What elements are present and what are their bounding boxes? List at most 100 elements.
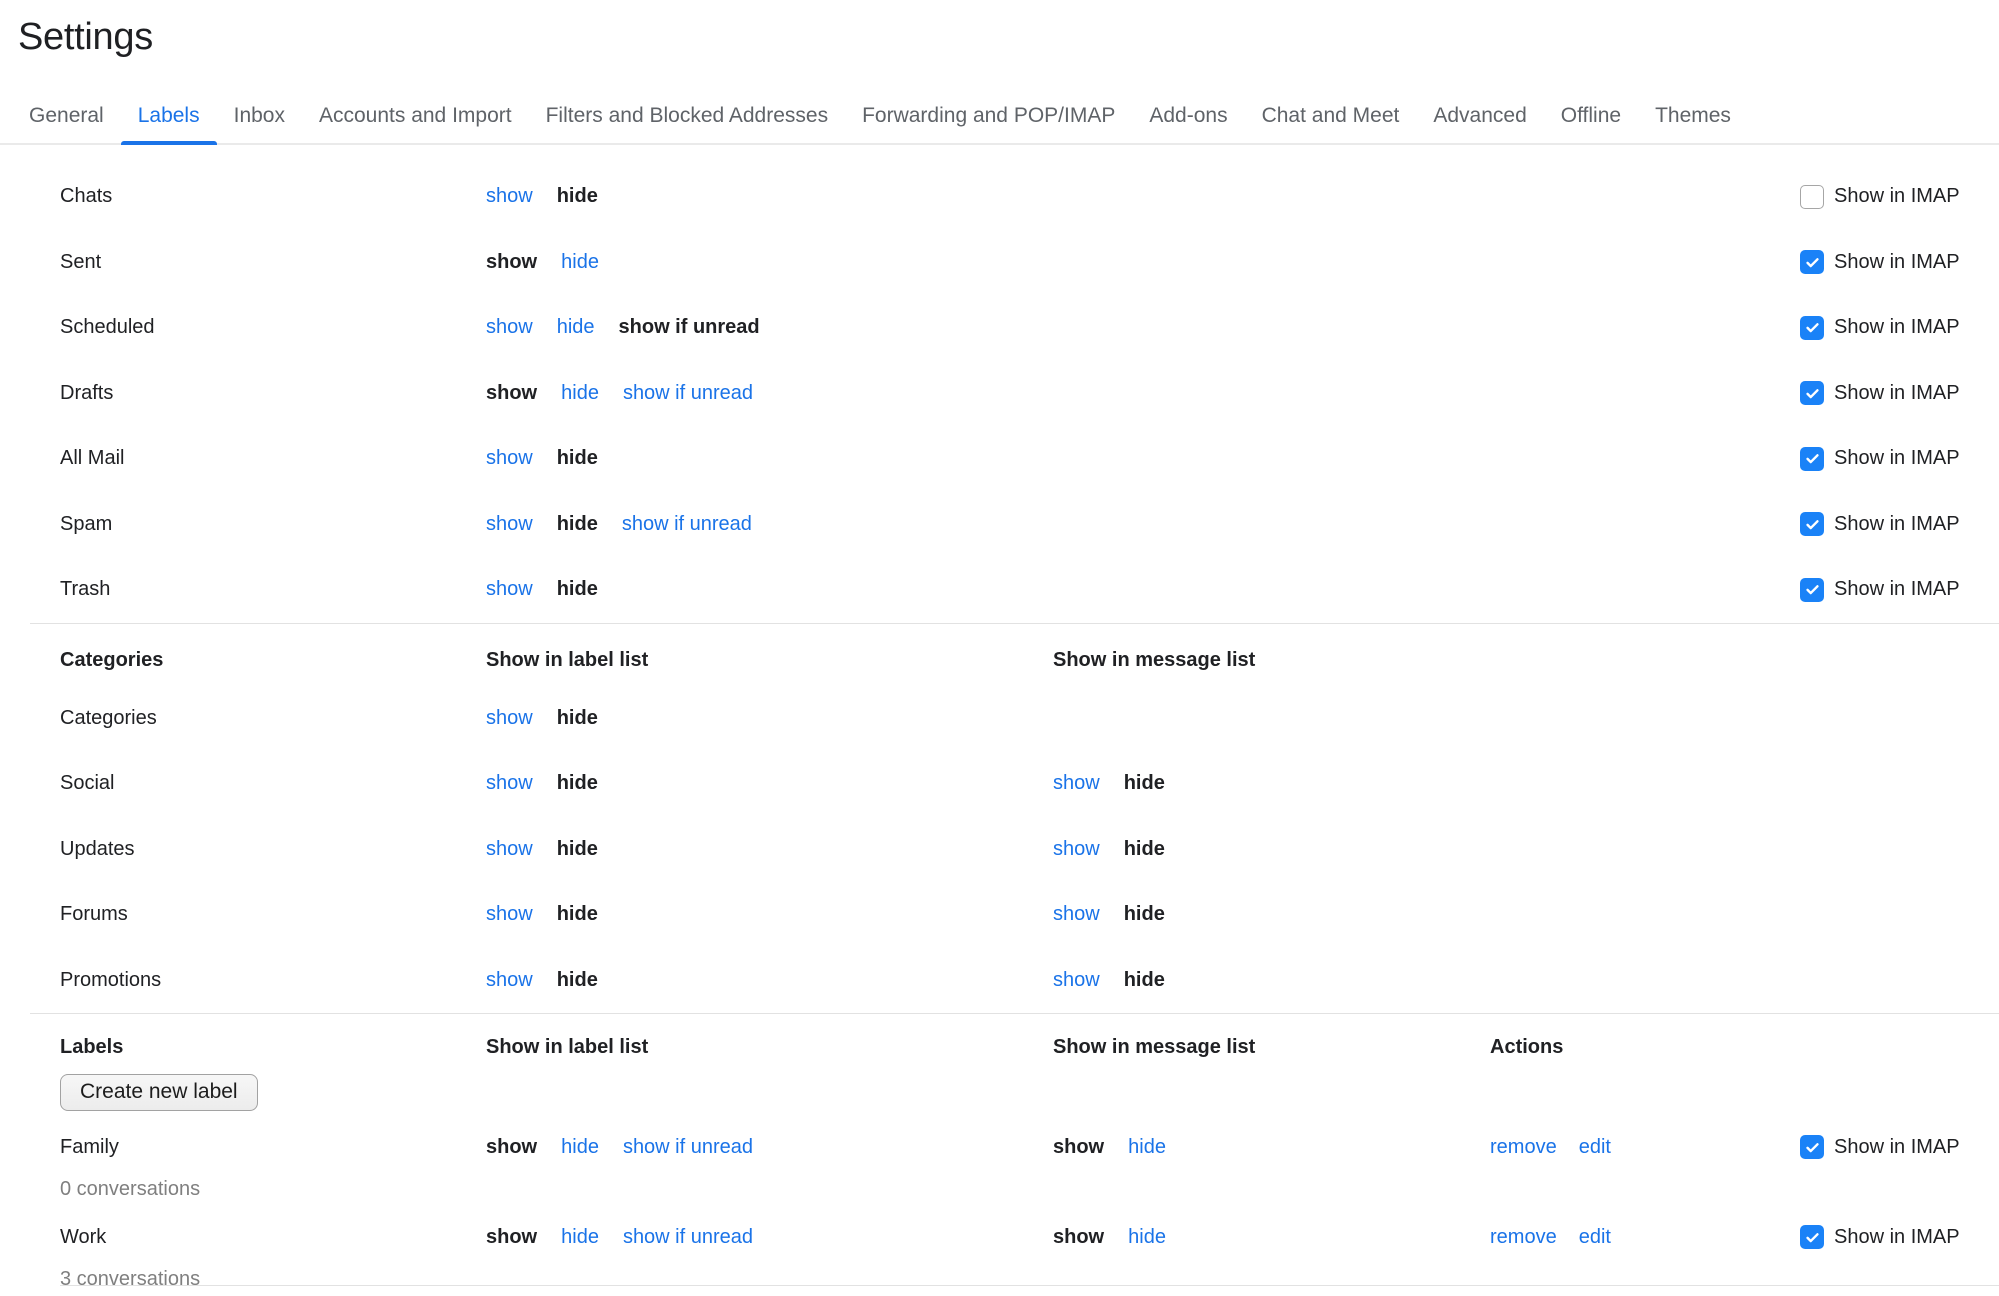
tab-forwarding-and-pop-imap[interactable]: Forwarding and POP/IMAP <box>845 90 1132 143</box>
show-in-imap-checkbox[interactable] <box>1800 316 1824 340</box>
imap-cell: Show in IMAP <box>1800 512 1999 536</box>
row-label: Work <box>60 1226 486 1249</box>
hide-option: hide <box>557 513 598 536</box>
remove-link[interactable]: remove <box>1490 1136 1557 1159</box>
show-option[interactable]: show <box>1053 969 1100 992</box>
show-option[interactable]: show <box>486 185 533 208</box>
table-row-spam: Spam show hide show if unread Show in IM… <box>0 492 1999 558</box>
show-option[interactable]: show <box>486 772 533 795</box>
show-in-imap-checkbox[interactable] <box>1800 1135 1824 1159</box>
show-in-imap-checkbox[interactable] <box>1800 250 1824 274</box>
message-list-options: show hide <box>1053 838 1490 861</box>
label-list-options: show hide <box>486 185 1053 208</box>
message-list-column-header: Show in message list <box>1053 649 1490 672</box>
tab-accounts-and-import[interactable]: Accounts and Import <box>302 90 529 143</box>
table-row-promotions: Promotions show hide show hide <box>0 948 1999 1014</box>
hide-option: hide <box>557 903 598 926</box>
row-label: Categories <box>60 707 486 730</box>
row-label: Chats <box>60 185 486 208</box>
imap-label: Show in IMAP <box>1834 513 1960 536</box>
hide-option[interactable]: hide <box>561 251 599 274</box>
show-option[interactable]: show <box>486 447 533 470</box>
checkmark-icon <box>1804 1139 1821 1156</box>
hide-option[interactable]: hide <box>561 1226 599 1249</box>
hide-option[interactable]: hide <box>561 1136 599 1159</box>
labels-title: Labels <box>60 1036 486 1059</box>
create-new-label-button[interactable]: Create new label <box>60 1074 258 1111</box>
tab-offline[interactable]: Offline <box>1544 90 1638 143</box>
show-option[interactable]: show <box>486 838 533 861</box>
tab-labels[interactable]: Labels <box>121 90 217 143</box>
imap-cell: Show in IMAP <box>1800 1225 1999 1249</box>
show-if-unread-option[interactable]: show if unread <box>623 1226 753 1249</box>
tab-inbox[interactable]: Inbox <box>217 90 302 143</box>
hide-option: hide <box>557 969 598 992</box>
hide-option: hide <box>557 578 598 601</box>
show-in-imap-checkbox[interactable] <box>1800 512 1824 536</box>
create-label-row: Create new label <box>0 1074 1999 1116</box>
hide-option[interactable]: hide <box>1128 1226 1166 1249</box>
label-list-options: show hide <box>486 578 1053 601</box>
table-row-sent: Sent show hide Show in IMAP <box>0 230 1999 296</box>
row-label: Drafts <box>60 382 486 405</box>
edit-link[interactable]: edit <box>1579 1136 1611 1159</box>
show-if-unread-option[interactable]: show if unread <box>622 513 752 536</box>
tab-chat-and-meet[interactable]: Chat and Meet <box>1245 90 1417 143</box>
table-row-family: Family show hide show if unread show hid… <box>0 1122 1999 1172</box>
label-list-options: show hide show if unread <box>486 382 1053 405</box>
actions-cell: remove edit <box>1490 1226 1800 1249</box>
imap-label: Show in IMAP <box>1834 1226 1960 1249</box>
table-row-all-mail: All Mail show hide Show in IMAP <box>0 426 1999 492</box>
imap-cell: Show in IMAP <box>1800 316 1999 340</box>
show-in-imap-checkbox[interactable] <box>1800 185 1824 209</box>
conversation-count: 0 conversations <box>60 1178 486 1201</box>
imap-label: Show in IMAP <box>1834 316 1960 339</box>
show-option[interactable]: show <box>1053 772 1100 795</box>
show-option[interactable]: show <box>1053 903 1100 926</box>
message-list-options: show hide <box>1053 772 1490 795</box>
show-if-unread-option[interactable]: show if unread <box>623 1136 753 1159</box>
tab-advanced[interactable]: Advanced <box>1416 90 1543 143</box>
tab-filters-and-blocked-addresses[interactable]: Filters and Blocked Addresses <box>529 90 845 143</box>
tab-add-ons[interactable]: Add-ons <box>1132 90 1244 143</box>
hide-option: hide <box>1124 838 1165 861</box>
show-in-imap-checkbox[interactable] <box>1800 381 1824 405</box>
show-option[interactable]: show <box>486 513 533 536</box>
row-label: Updates <box>60 838 486 861</box>
imap-label: Show in IMAP <box>1834 1136 1960 1159</box>
labels-table: Labels Show in label list Show in messag… <box>0 1014 1999 1296</box>
show-if-unread-option[interactable]: show if unread <box>623 382 753 405</box>
show-option[interactable]: show <box>486 707 533 730</box>
imap-label: Show in IMAP <box>1834 185 1960 208</box>
checkmark-icon <box>1804 1229 1821 1246</box>
hide-option: hide <box>557 707 598 730</box>
labels-header-row: Labels Show in label list Show in messag… <box>0 1014 1999 1074</box>
table-row-chats: Chats show hide Show in IMAP <box>0 164 1999 230</box>
edit-link[interactable]: edit <box>1579 1226 1611 1249</box>
table-row-work: Work show hide show if unread show hide … <box>0 1212 1999 1262</box>
hide-option: hide <box>1124 969 1165 992</box>
tab-general[interactable]: General <box>12 90 121 143</box>
hide-option[interactable]: hide <box>557 316 595 339</box>
imap-label: Show in IMAP <box>1834 382 1960 405</box>
hide-option[interactable]: hide <box>1128 1136 1166 1159</box>
show-in-imap-checkbox[interactable] <box>1800 1225 1824 1249</box>
hide-option[interactable]: hide <box>561 382 599 405</box>
show-option[interactable]: show <box>1053 838 1100 861</box>
show-option[interactable]: show <box>486 969 533 992</box>
table-row-updates: Updates show hide show hide <box>0 817 1999 883</box>
table-row-forums: Forums show hide show hide <box>0 882 1999 948</box>
imap-cell: Show in IMAP <box>1800 447 1999 471</box>
show-option[interactable]: show <box>486 903 533 926</box>
show-option[interactable]: show <box>486 578 533 601</box>
imap-cell: Show in IMAP <box>1800 578 1999 602</box>
hide-option: hide <box>1124 772 1165 795</box>
hide-option: hide <box>557 772 598 795</box>
remove-link[interactable]: remove <box>1490 1226 1557 1249</box>
show-in-imap-checkbox[interactable] <box>1800 447 1824 471</box>
tab-themes[interactable]: Themes <box>1638 90 1748 143</box>
show-in-imap-checkbox[interactable] <box>1800 578 1824 602</box>
label-list-options: show hide show if unread <box>486 1136 1053 1159</box>
show-option[interactable]: show <box>486 316 533 339</box>
actions-cell: remove edit <box>1490 1136 1800 1159</box>
